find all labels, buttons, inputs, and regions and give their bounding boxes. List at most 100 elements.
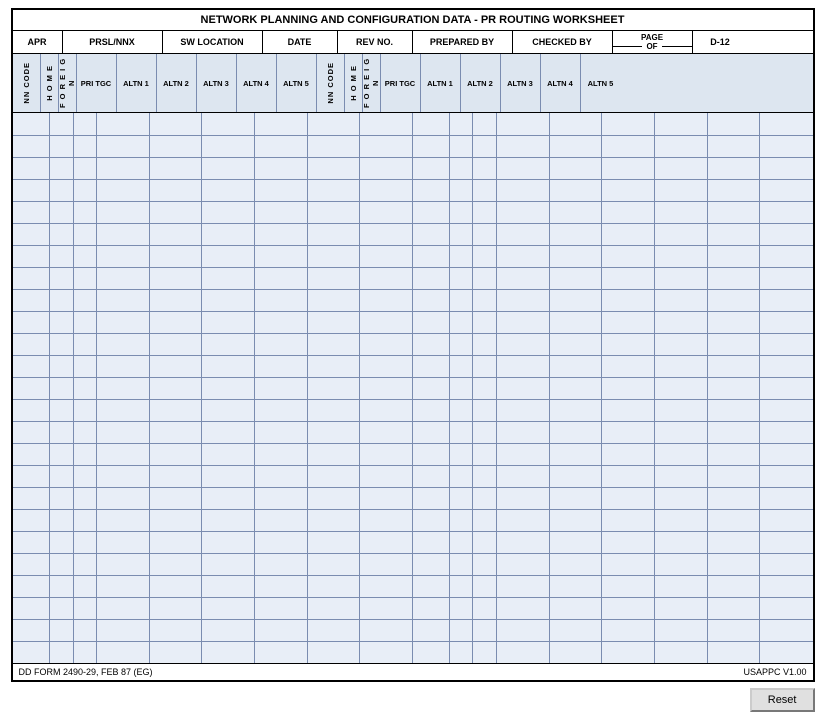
table-cell[interactable] [760,245,813,267]
table-cell[interactable] [707,553,760,575]
table-cell[interactable] [149,267,202,289]
table-cell[interactable] [202,399,255,421]
table-cell[interactable] [307,531,360,553]
table-cell[interactable] [49,487,73,509]
table-cell[interactable] [549,179,602,201]
table-cell[interactable] [202,619,255,641]
table-cell[interactable] [49,553,73,575]
table-cell[interactable] [449,355,473,377]
table-cell[interactable] [449,465,473,487]
table-cell[interactable] [360,223,413,245]
table-cell[interactable] [202,333,255,355]
table-cell[interactable] [149,135,202,157]
table-cell[interactable] [202,223,255,245]
table-cell[interactable] [707,223,760,245]
table-cell[interactable] [13,597,50,619]
table-cell[interactable] [255,619,308,641]
table-cell[interactable] [307,157,360,179]
table-cell[interactable] [473,157,497,179]
table-cell[interactable] [307,355,360,377]
table-cell[interactable] [760,179,813,201]
table-cell[interactable] [255,113,308,135]
table-cell[interactable] [13,333,50,355]
table-cell[interactable] [602,465,655,487]
table-cell[interactable] [449,399,473,421]
table-cell[interactable] [449,421,473,443]
table-cell[interactable] [497,421,550,443]
table-cell[interactable] [73,135,97,157]
table-cell[interactable] [73,421,97,443]
table-cell[interactable] [412,179,449,201]
table-cell[interactable] [473,597,497,619]
table-cell[interactable] [97,377,150,399]
table-cell[interactable] [13,289,50,311]
table-cell[interactable] [13,641,50,663]
table-cell[interactable] [707,443,760,465]
table-cell[interactable] [73,201,97,223]
table-cell[interactable] [497,553,550,575]
table-cell[interactable] [13,487,50,509]
table-cell[interactable] [549,509,602,531]
table-cell[interactable] [73,245,97,267]
table-cell[interactable] [497,113,550,135]
table-cell[interactable] [707,245,760,267]
table-cell[interactable] [360,443,413,465]
table-cell[interactable] [49,355,73,377]
table-cell[interactable] [13,201,50,223]
table-cell[interactable] [602,201,655,223]
table-cell[interactable] [149,355,202,377]
table-cell[interactable] [360,641,413,663]
table-cell[interactable] [149,289,202,311]
table-cell[interactable] [73,487,97,509]
table-cell[interactable] [307,135,360,157]
table-cell[interactable] [707,575,760,597]
table-cell[interactable] [473,267,497,289]
table-cell[interactable] [307,223,360,245]
table-cell[interactable] [654,377,707,399]
table-cell[interactable] [255,399,308,421]
table-cell[interactable] [202,179,255,201]
table-cell[interactable] [360,245,413,267]
table-cell[interactable] [73,355,97,377]
table-cell[interactable] [360,509,413,531]
table-cell[interactable] [473,113,497,135]
table-cell[interactable] [602,245,655,267]
table-cell[interactable] [449,487,473,509]
table-cell[interactable] [760,333,813,355]
table-cell[interactable] [149,575,202,597]
table-cell[interactable] [97,289,150,311]
table-cell[interactable] [202,113,255,135]
table-cell[interactable] [449,509,473,531]
table-cell[interactable] [97,421,150,443]
table-cell[interactable] [149,443,202,465]
table-cell[interactable] [49,377,73,399]
table-cell[interactable] [602,179,655,201]
table-cell[interactable] [602,531,655,553]
table-cell[interactable] [49,201,73,223]
table-cell[interactable] [49,597,73,619]
table-cell[interactable] [97,509,150,531]
table-cell[interactable] [497,531,550,553]
table-cell[interactable] [13,355,50,377]
table-cell[interactable] [473,355,497,377]
table-cell[interactable] [73,597,97,619]
table-cell[interactable] [97,157,150,179]
table-cell[interactable] [73,333,97,355]
table-cell[interactable] [255,311,308,333]
table-cell[interactable] [473,553,497,575]
table-cell[interactable] [13,113,50,135]
table-cell[interactable] [707,135,760,157]
table-cell[interactable] [360,399,413,421]
table-cell[interactable] [255,289,308,311]
table-cell[interactable] [360,531,413,553]
table-cell[interactable] [149,333,202,355]
table-cell[interactable] [654,355,707,377]
table-cell[interactable] [255,443,308,465]
table-cell[interactable] [707,597,760,619]
table-cell[interactable] [149,553,202,575]
table-cell[interactable] [602,619,655,641]
table-cell[interactable] [149,201,202,223]
table-cell[interactable] [255,267,308,289]
table-cell[interactable] [497,311,550,333]
table-cell[interactable] [360,355,413,377]
